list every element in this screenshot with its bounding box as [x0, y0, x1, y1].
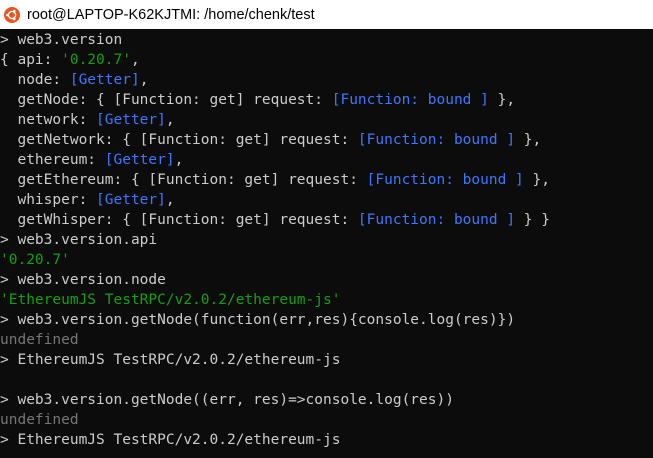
terminal-text: [Function: bound ] — [366, 172, 524, 188]
terminal-line: 'EthereumJS TestRPC/v2.0.2/ethereum-js' — [0, 290, 340, 310]
terminal-text: > web3.version.api — [0, 232, 158, 248]
ubuntu-logo-icon — [4, 6, 20, 23]
terminal-text: undefined — [0, 412, 79, 428]
terminal-line: getNetwork: { [Function: get] request: [… — [0, 130, 541, 150]
terminal-line: ethereum: [Getter], — [0, 150, 183, 170]
terminal-text: > web3.version.getNode(function(err,res)… — [0, 312, 516, 328]
terminal-text: [Getter] — [104, 152, 175, 168]
terminal-text: , — [165, 112, 175, 128]
terminal-line: > EthereumJS TestRPC/v2.0.2/ethereum-js — [0, 350, 340, 370]
terminal-line: '0.20.7' — [0, 250, 70, 270]
terminal-window: root@LAPTOP-K62KJTMI: /home/chenk/test >… — [0, 0, 653, 458]
terminal-line: getEthereum: { [Function: get] request: … — [0, 170, 550, 190]
terminal-text: getWhisper: { [Function: get] request: — [0, 212, 358, 228]
terminal-text: { api: — [0, 52, 62, 68]
terminal-text: > web3.version — [0, 32, 123, 48]
terminal-text: [Function: bound ] — [357, 132, 516, 148]
terminal-text: , — [130, 52, 140, 68]
terminal-line: > web3.version — [0, 30, 122, 50]
terminal-line: undefined — [0, 330, 79, 350]
window-title: root@LAPTOP-K62KJTMI: /home/chenk/test — [27, 6, 315, 23]
terminal-text: [Getter] — [69, 72, 140, 88]
terminal-line: > web3.version.node — [0, 270, 166, 290]
terminal-text: [Getter] — [96, 112, 166, 128]
terminal-line: > web3.version.getNode((err, res)=>conso… — [0, 390, 454, 410]
terminal-text: network: — [0, 112, 97, 128]
terminal-line: getNode: { [Function: get] request: [Fun… — [0, 90, 515, 110]
terminal-text: } } — [515, 212, 550, 228]
terminal-text: undefined — [0, 332, 79, 348]
terminal-line: > EthereumJS TestRPC/v2.0.2/ethereum-js — [0, 430, 340, 450]
terminal-line: > web3.version.getNode(function(err,res)… — [0, 310, 515, 330]
terminal-text: , — [139, 72, 149, 88]
terminal-line: network: [Getter], — [0, 110, 175, 130]
terminal-line: > web3.version.api — [0, 230, 157, 250]
terminal-text: [Function: bound ] — [331, 92, 489, 108]
title-bar[interactable]: root@LAPTOP-K62KJTMI: /home/chenk/test — [0, 0, 653, 29]
terminal-text: }, — [523, 172, 550, 188]
terminal-text: > EthereumJS TestRPC/v2.0.2/ethereum-js — [0, 352, 341, 368]
terminal-text: '0.20.7' — [0, 252, 70, 268]
terminal-text: > web3.version.node — [0, 272, 166, 288]
terminal-text: }, — [488, 92, 516, 108]
terminal-line: { api: '0.20.7', — [0, 50, 140, 70]
terminal-output[interactable]: > web3.version { api: '0.20.7', node: [Ge… — [0, 30, 653, 458]
terminal-text: , — [174, 152, 184, 168]
terminal-text: ethereum: — [0, 152, 105, 168]
terminal-line: node: [Getter], — [0, 70, 148, 90]
terminal-text: getNode: { [Function: get] request: — [0, 92, 332, 108]
terminal-text: }, — [515, 132, 542, 148]
terminal-text: [Getter] — [96, 192, 166, 208]
terminal-line: undefined — [0, 410, 79, 430]
terminal-text: '0.20.7' — [61, 52, 131, 68]
terminal-line: whisper: [Getter], — [0, 190, 175, 210]
terminal-text: node: — [0, 72, 70, 88]
terminal-text: , — [165, 192, 175, 208]
terminal-text: getNetwork: { [Function: get] request: — [0, 132, 358, 148]
terminal-text: whisper: — [0, 192, 97, 208]
terminal-line: getWhisper: { [Function: get] request: [… — [0, 210, 550, 230]
terminal-text: 'EthereumJS TestRPC/v2.0.2/ethereum-js' — [0, 292, 341, 308]
terminal-text: [Function: bound ] — [357, 212, 516, 228]
terminal-text: > EthereumJS TestRPC/v2.0.2/ethereum-js — [0, 432, 341, 448]
terminal-text: > web3.version.getNode((err, res)=>conso… — [0, 392, 454, 408]
terminal-text: getEthereum: { [Function: get] request: — [0, 172, 367, 188]
